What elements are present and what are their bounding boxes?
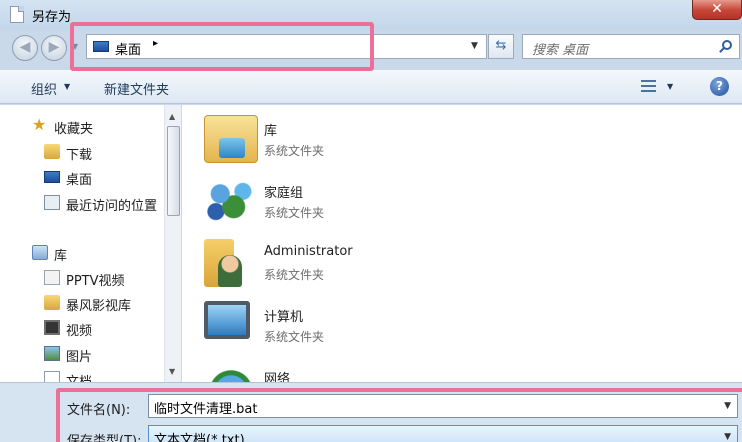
document-icon <box>10 6 24 23</box>
forward-button[interactable]: ▶ <box>41 35 67 61</box>
refresh-icon: ⇆ <box>495 38 507 53</box>
sidebar-item-desktop[interactable]: 桌面 <box>0 166 164 188</box>
chevron-down-icon[interactable]: ▼ <box>667 82 673 91</box>
sidebar-item-label: 下载 <box>66 148 93 163</box>
library-icon <box>32 245 48 260</box>
file-type: 系统文件夹 <box>264 206 325 220</box>
document-icon <box>44 371 60 382</box>
filetype-value[interactable]: 文本文档(*.txt) <box>154 429 245 442</box>
arrow-left-icon: ◀ <box>19 39 31 55</box>
sidebar-item-favorites[interactable]: ★ 收藏夹 <box>0 115 164 138</box>
organize-button[interactable]: 组织 <box>31 79 57 98</box>
filename-field[interactable]: 临时文件清理.bat ▼ <box>148 394 738 418</box>
navigation-scrollbar[interactable]: ▲ ▼ <box>164 105 181 382</box>
sidebar-item-videos[interactable]: 视频 <box>0 317 164 339</box>
navigation-pane: ★ 收藏夹 下载 桌面 最近访问的位置 库 PPTV视频 暴风影视库 视频 图片… <box>0 105 164 382</box>
scroll-down-icon[interactable]: ▼ <box>169 367 175 376</box>
user-folder-icon <box>204 239 242 287</box>
save-options-panel: 文件名(N): 临时文件清理.bat ▼ 保存类型(T): 文本文档(*.txt… <box>0 382 742 442</box>
file-type: 系统文件夹 <box>264 268 325 282</box>
file-name: 库 <box>264 124 278 139</box>
scrollbar-thumb[interactable] <box>167 126 180 216</box>
chevron-down-icon[interactable]: ▼ <box>724 432 731 442</box>
sidebar-item-downloads[interactable]: 下载 <box>0 141 164 163</box>
address-bar[interactable]: 桌面 ▸ ▼ <box>86 34 487 59</box>
view-options-icon[interactable] <box>641 80 656 94</box>
breadcrumb-separator-icon[interactable]: ▸ <box>153 38 158 49</box>
star-icon: ★ <box>32 115 47 134</box>
file-list: 库 系统文件夹 家庭组 系统文件夹 Administrator 系统文件夹 计算… <box>182 105 742 382</box>
list-item[interactable]: 计算机 系统文件夹 <box>204 295 584 357</box>
sidebar-item-documents[interactable]: 文档 <box>0 368 164 382</box>
sidebar-item-label: 视频 <box>66 324 93 339</box>
filetype-label: 保存类型(T): <box>67 434 142 442</box>
sidebar-item-label: 收藏夹 <box>54 122 94 137</box>
desktop-icon <box>93 41 109 52</box>
list-item[interactable]: Administrator 系统文件夹 <box>204 233 584 295</box>
recent-locations-dropdown-icon[interactable]: ▼ <box>72 42 78 51</box>
list-item[interactable]: 网络 <box>204 357 584 382</box>
scroll-up-icon[interactable]: ▲ <box>169 112 175 121</box>
sidebar-item-recent-places[interactable]: 最近访问的位置 <box>0 192 164 214</box>
download-folder-icon <box>44 144 60 159</box>
sidebar-item-label: 库 <box>54 249 68 264</box>
sidebar-item-pptv[interactable]: PPTV视频 <box>0 267 164 289</box>
file-name: 计算机 <box>264 310 304 325</box>
list-item[interactable]: 库 系统文件夹 <box>204 109 584 171</box>
chevron-down-icon[interactable]: ▼ <box>64 82 70 91</box>
pptv-icon <box>44 270 60 285</box>
sidebar-item-baofeng[interactable]: 暴风影视库 <box>0 292 164 314</box>
sidebar-item-libraries[interactable]: 库 <box>0 242 164 264</box>
folder-icon <box>44 295 60 310</box>
address-location[interactable]: 桌面 <box>115 39 141 58</box>
file-name: 家庭组 <box>264 186 304 201</box>
search-input[interactable]: 搜索 桌面 <box>522 34 740 59</box>
homegroup-icon <box>204 177 258 225</box>
library-folder-icon <box>204 115 258 163</box>
recent-places-icon <box>44 195 60 210</box>
new-folder-button[interactable]: 新建文件夹 <box>104 79 169 98</box>
filetype-select[interactable]: 文本文档(*.txt) ▼ <box>148 425 738 442</box>
sidebar-item-label: 最近访问的位置 <box>66 199 158 214</box>
arrow-right-icon: ▶ <box>48 39 60 55</box>
sidebar-item-label: 文档 <box>66 371 92 382</box>
refresh-button[interactable]: ⇆ <box>488 34 514 59</box>
video-icon <box>44 320 60 335</box>
filename-value[interactable]: 临时文件清理.bat <box>154 398 257 417</box>
search-icon[interactable] <box>722 40 732 50</box>
desktop-icon <box>44 171 60 183</box>
filename-label: 文件名(N): <box>67 403 131 418</box>
chevron-down-icon[interactable]: ▼ <box>724 401 731 411</box>
close-button[interactable]: ✕ <box>692 0 742 20</box>
pictures-icon <box>44 346 60 361</box>
sidebar-item-label: 暴风影视库 <box>66 299 132 314</box>
command-toolbar: 组织 ▼ 新建文件夹 ▼ ? <box>0 70 742 104</box>
back-button[interactable]: ◀ <box>12 35 38 61</box>
address-row: ◀ ▶ ▼ 桌面 ▸ ▼ ⇆ 搜索 桌面 <box>0 30 742 66</box>
file-name: Administrator <box>264 244 353 259</box>
address-dropdown-icon[interactable]: ▼ <box>471 41 478 51</box>
sidebar-item-label: 桌面 <box>66 173 93 188</box>
file-name: 网络 <box>264 372 291 382</box>
sidebar-item-label: PPTV视频 <box>66 274 125 289</box>
computer-icon <box>204 301 250 339</box>
search-placeholder: 搜索 桌面 <box>532 43 589 58</box>
file-type: 系统文件夹 <box>264 144 325 158</box>
help-icon[interactable]: ? <box>710 77 729 96</box>
window-title: 另存为 <box>32 10 72 25</box>
title-bar: 另存为 ✕ <box>0 0 742 30</box>
list-item[interactable]: 家庭组 系统文件夹 <box>204 171 584 233</box>
sidebar-item-label: 图片 <box>66 350 93 365</box>
network-icon <box>204 363 258 382</box>
sidebar-item-pictures[interactable]: 图片 <box>0 343 164 365</box>
file-type: 系统文件夹 <box>264 330 325 344</box>
